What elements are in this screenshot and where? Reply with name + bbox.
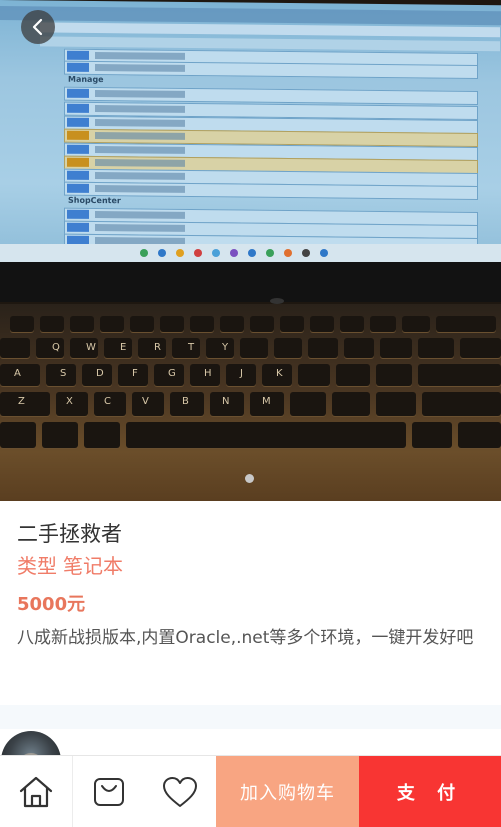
keyboard: Q W E R T Y A S D F G H J K Z X C V B N … bbox=[0, 304, 501, 501]
shopping-bag-icon bbox=[94, 777, 124, 806]
screen-section-label: Manage bbox=[68, 74, 104, 85]
home-button[interactable] bbox=[0, 756, 73, 827]
pay-button[interactable]: 支 付 bbox=[359, 756, 501, 827]
cart-button[interactable] bbox=[73, 756, 145, 827]
product-image[interactable]: Manage ShopCenter Q W E R T Y A S D F G … bbox=[0, 0, 501, 501]
screen-section-label: ShopCenter bbox=[68, 195, 121, 206]
product-price: 5000元 bbox=[17, 594, 86, 615]
product-title: 二手拯救者 bbox=[17, 522, 122, 546]
carousel-indicator[interactable] bbox=[245, 474, 254, 483]
back-button[interactable] bbox=[21, 10, 55, 44]
laptop-screen: Manage ShopCenter bbox=[0, 0, 501, 268]
product-description: 八成新战损版本,内置Oracle,.net等多个环境，一键开发好吧 bbox=[17, 628, 474, 648]
product-category: 类型 笔记本 bbox=[17, 550, 123, 579]
favorite-button[interactable] bbox=[144, 756, 216, 827]
product-info: 二手拯救者 类型 笔记本 5000元 八成新战损版本,内置Oracle,.net等… bbox=[0, 501, 501, 705]
add-to-cart-button[interactable]: 加入购物车 bbox=[216, 756, 359, 827]
bottom-action-bar: 加入购物车 支 付 bbox=[0, 755, 501, 827]
section-divider bbox=[0, 705, 501, 729]
home-icon bbox=[19, 776, 53, 807]
chevron-left-icon bbox=[32, 18, 43, 36]
category-label: 类型 bbox=[17, 554, 57, 578]
heart-icon bbox=[163, 776, 197, 807]
category-value: 笔记本 bbox=[63, 554, 123, 578]
